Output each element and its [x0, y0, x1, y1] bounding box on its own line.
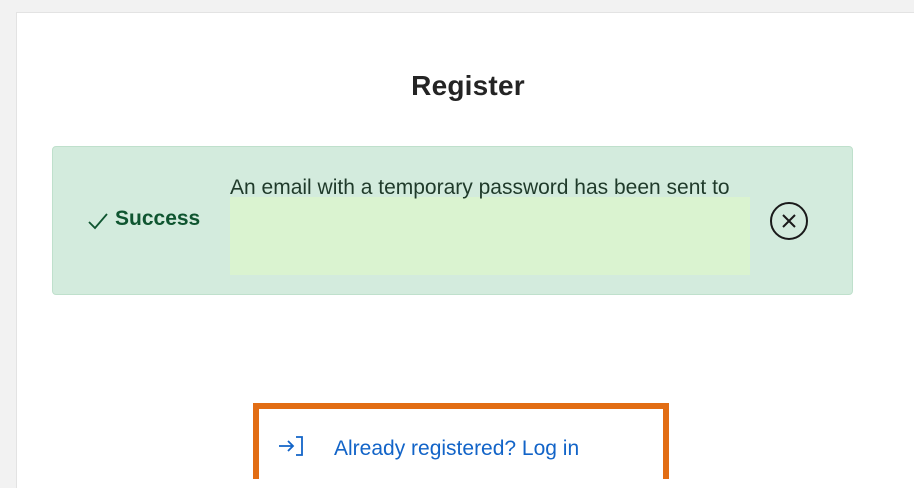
checkmark-icon: [87, 211, 109, 231]
alert-message-area: [230, 197, 750, 275]
page-title: Register: [411, 70, 525, 101]
sign-in-arrow-icon: [276, 434, 334, 464]
login-link[interactable]: Already registered? Log in: [276, 434, 579, 464]
success-alert: Success An email with a temporary passwo…: [52, 146, 853, 295]
alert-message: An email with a temporary password has b…: [230, 176, 730, 199]
alert-label: Success: [115, 207, 201, 230]
close-icon[interactable]: [770, 202, 808, 240]
login-link-label: Already registered? Log in: [334, 437, 580, 460]
